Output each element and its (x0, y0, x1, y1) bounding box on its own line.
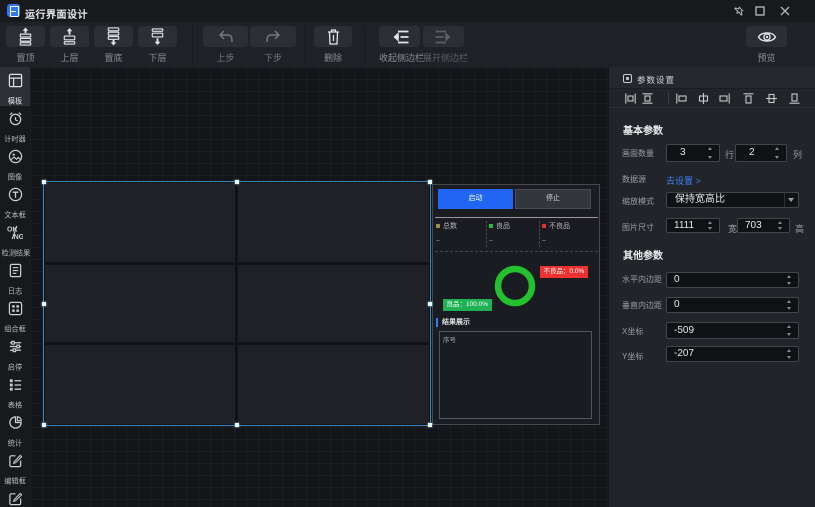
svg-text:NG: NG (14, 234, 23, 240)
